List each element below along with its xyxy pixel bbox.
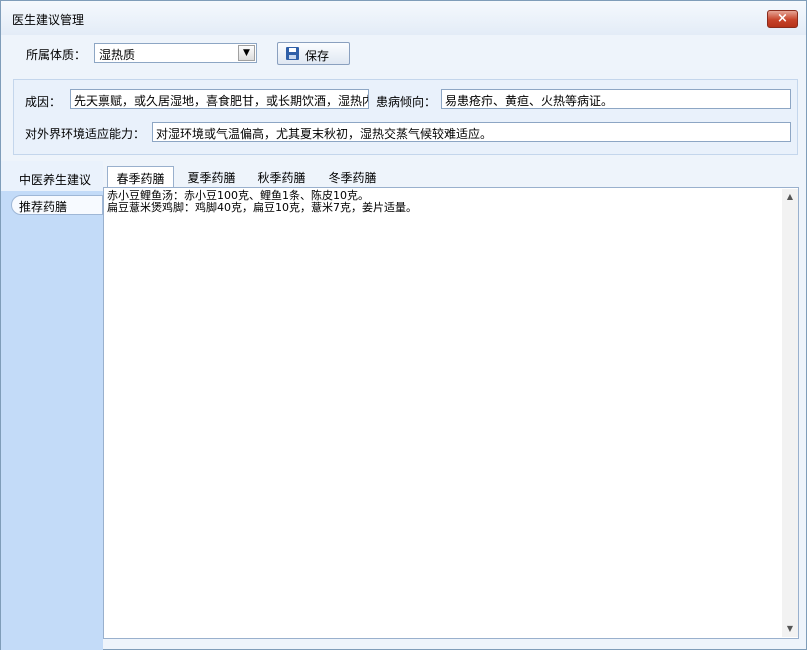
cause-field[interactable]: 先天禀赋，或久居湿地，喜食肥甘，或长期饮酒，湿热内: [70, 89, 369, 109]
tendency-field[interactable]: 易患疮疖、黄疸、火热等病证。: [441, 89, 791, 109]
season-tabs: 春季药膳 夏季药膳 秋季药膳 冬季药膳: [103, 163, 799, 187]
constitution-select-value: 湿热质: [99, 48, 136, 62]
vertical-scrollbar[interactable]: ▲ ▼: [782, 189, 798, 637]
editor-content: 赤小豆鲤鱼汤：赤小豆100克、鲤鱼1条、陈皮10克。 扁豆薏米煲鸡脚：鸡脚40克…: [107, 189, 417, 214]
scroll-down-icon[interactable]: ▼: [782, 621, 798, 637]
tab-label: 春季药膳: [116, 172, 165, 186]
tab-label: 秋季药膳: [257, 171, 306, 185]
tab-label: 夏季药膳: [187, 171, 236, 185]
chevron-down-icon[interactable]: ▼: [238, 45, 255, 61]
sidebar-item-recommended-diet[interactable]: 推荐药膳: [11, 195, 103, 215]
tendency-label: 患病倾向：: [376, 95, 437, 109]
adaptability-field[interactable]: 对湿环境或气温偏高，尤其夏末秋初，湿热交蒸气候较难适应。: [152, 122, 791, 142]
constitution-label: 所属体质：: [26, 48, 87, 62]
toolbar: 所属体质： 湿热质 ▼ 保存: [9, 33, 799, 75]
cause-field-value: 先天禀赋，或久居湿地，喜食肥甘，或长期饮酒，湿热内: [74, 94, 369, 108]
tab-summer-diet[interactable]: 夏季药膳: [178, 166, 245, 187]
adaptability-label: 对外界环境适应能力：: [25, 127, 146, 141]
tab-spring-diet[interactable]: 春季药膳: [107, 166, 174, 187]
adaptability-field-value: 对湿环境或气温偏高，尤其夏末秋初，湿热交蒸气候较难适应。: [156, 127, 493, 141]
constitution-select[interactable]: 湿热质 ▼: [94, 43, 257, 63]
tab-autumn-diet[interactable]: 秋季药膳: [248, 166, 315, 187]
sidebar-item-label: 推荐药膳: [19, 200, 68, 214]
save-button[interactable]: 保存: [277, 42, 350, 65]
tab-label: 冬季药膳: [328, 171, 377, 185]
floppy-disk-icon: [286, 47, 299, 60]
sidebar-header[interactable]: 中医养生建议: [1, 161, 103, 191]
tab-winter-diet[interactable]: 冬季药膳: [319, 166, 386, 187]
window-title: 医生建议管理: [12, 13, 85, 27]
save-button-label: 保存: [305, 49, 330, 63]
title-bar[interactable]: 医生建议管理 ×: [1, 1, 806, 35]
tendency-field-value: 易患疮疖、黄疸、火热等病证。: [445, 94, 614, 108]
constitution-info-panel: 成因： 先天禀赋，或久居湿地，喜食肥甘，或长期饮酒，湿热内 患病倾向： 易患疮疖…: [13, 79, 798, 155]
close-icon: ×: [777, 11, 788, 26]
cause-label: 成因：: [25, 95, 62, 109]
scroll-up-icon[interactable]: ▲: [782, 189, 798, 205]
close-button[interactable]: ×: [767, 10, 798, 28]
diet-text-editor[interactable]: 赤小豆鲤鱼汤：赤小豆100克、鲤鱼1条、陈皮10克。 扁豆薏米煲鸡脚：鸡脚40克…: [103, 187, 799, 639]
doctor-advice-window: 医生建议管理 × 所属体质： 湿热质 ▼ 保存 成因： 先天禀赋，或久居湿地，喜…: [0, 0, 807, 650]
sidebar-header-label: 中医养生建议: [19, 173, 92, 187]
sidebar: 中医养生建议 推荐药膳: [1, 161, 103, 650]
